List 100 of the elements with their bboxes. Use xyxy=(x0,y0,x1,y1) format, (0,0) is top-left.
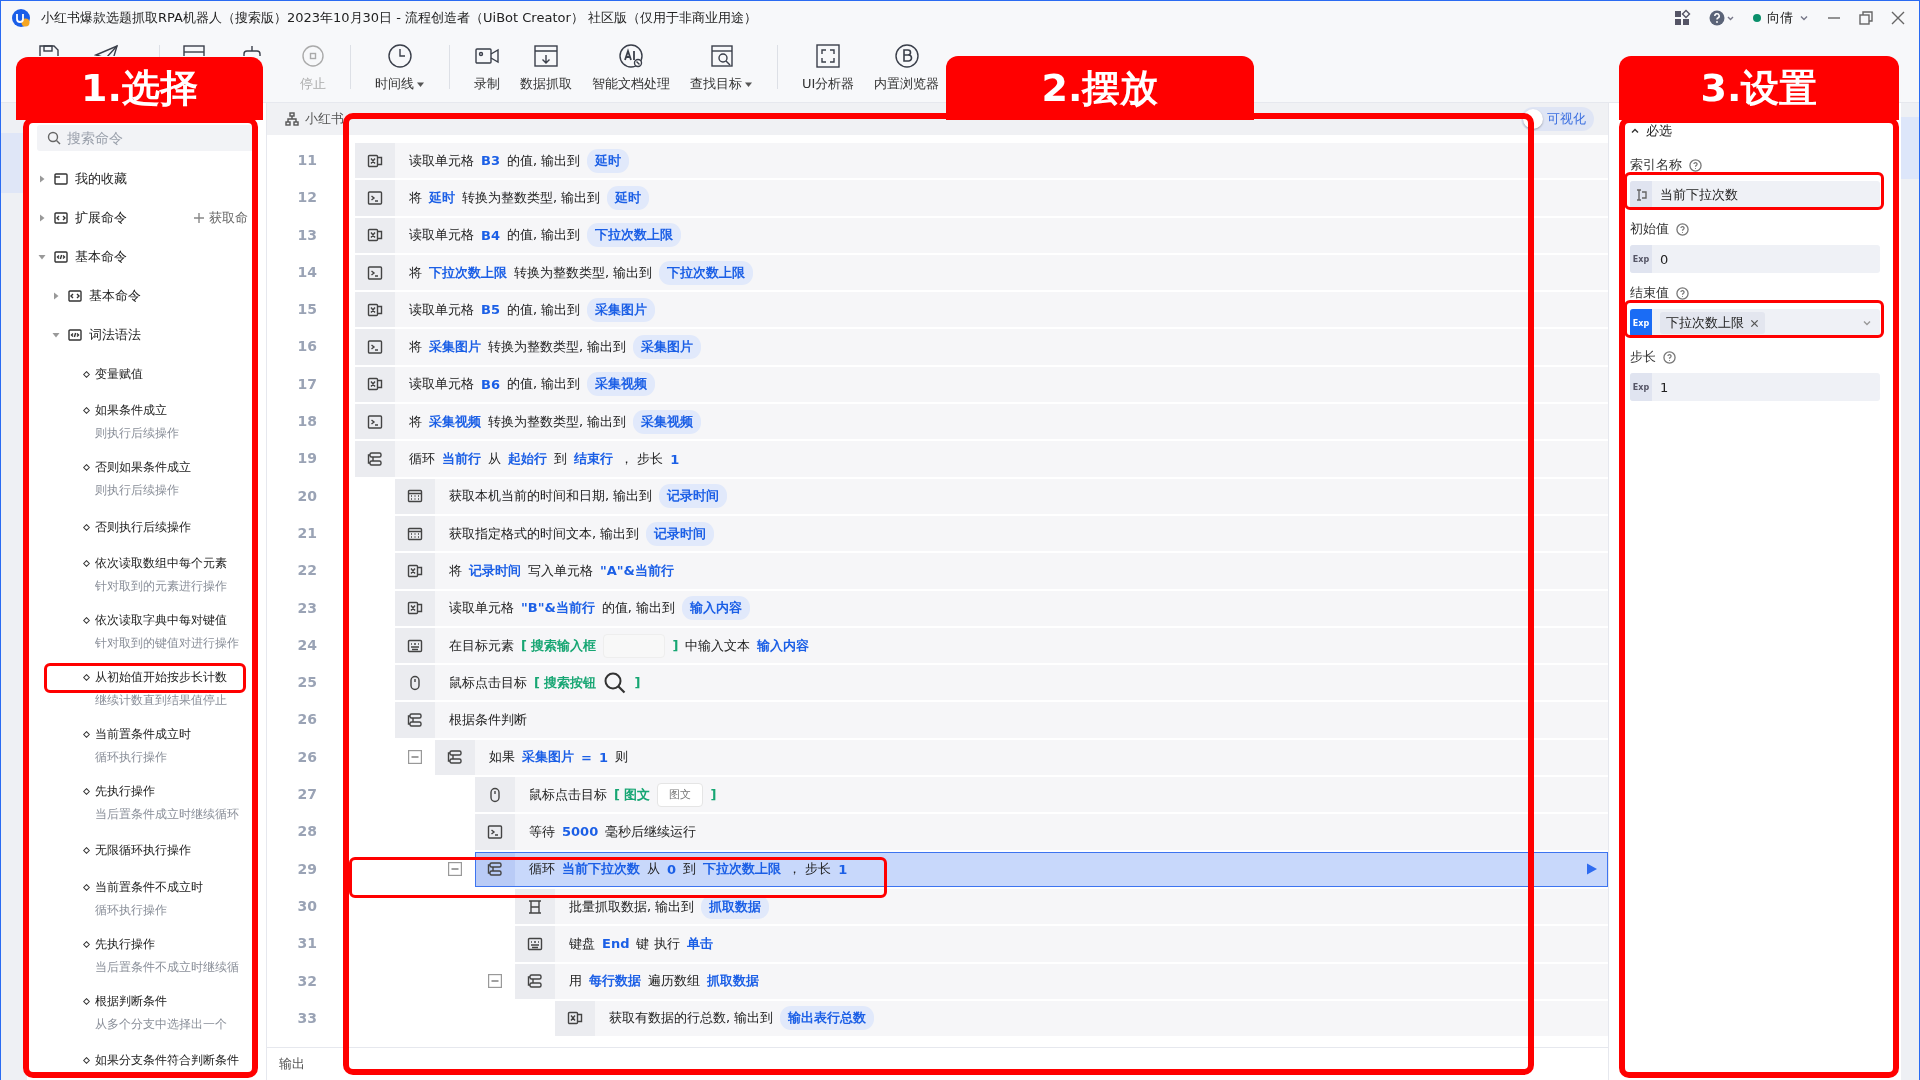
help-icon[interactable] xyxy=(1689,158,1702,172)
statement-row[interactable]: 读取单元格 B4 的值, 输出到 下拉次数上限 xyxy=(355,217,1608,253)
line-number: 13 xyxy=(296,225,318,245)
statement-text: 转换为整数类型, 输出到 xyxy=(488,412,627,431)
run-icon[interactable] xyxy=(1584,862,1598,877)
command-item[interactable]: 依次读取字典中每对键值 针对取到的键值对进行操作 xyxy=(37,603,254,661)
get-commands-button[interactable]: 获取命 xyxy=(187,208,254,229)
corner-frame-icon xyxy=(815,43,842,69)
command-item[interactable]: 当前置条件成立时 循环执行操作 xyxy=(37,717,254,775)
diamond-icon xyxy=(83,787,90,795)
statement-row[interactable]: 获取有数据的行总数, 输出到 输出表行总数 xyxy=(555,1000,1608,1037)
help-menu-button[interactable] xyxy=(1709,9,1735,27)
toolbar-button[interactable]: 智能文档处理 xyxy=(582,43,680,93)
statement-row[interactable]: 鼠标点击目标 [ 搜索按钮 ] xyxy=(395,665,1608,701)
statement-row[interactable]: 根据条件判断 xyxy=(395,702,1608,738)
expression-toggle[interactable]: Exp xyxy=(1630,373,1652,401)
tree-row[interactable]: 我的收藏 xyxy=(37,160,254,199)
tree-row[interactable]: 词法语法 xyxy=(37,315,254,355)
command-item[interactable]: 无限循环执行操作 xyxy=(37,831,254,871)
terminal-icon xyxy=(366,338,384,357)
command-item[interactable]: 先执行操作 当后置条件成立时继续循环 xyxy=(37,774,254,832)
toolbar-button[interactable]: 时间线 xyxy=(365,43,435,93)
command-item[interactable]: 从初始值开始按步长计数 继续计数直到结果值停止 xyxy=(37,660,254,718)
statement-row[interactable]: 等待 5000 毫秒后继续运行 xyxy=(475,814,1608,850)
toolbar-button[interactable]: UI分析器 xyxy=(792,43,865,93)
tree-row[interactable]: 基本命令 xyxy=(37,237,254,277)
statement-row[interactable]: 将 延时 转换为整数类型, 输出到 延时 xyxy=(355,180,1608,216)
line-number: 11 xyxy=(296,151,318,170)
statement-row[interactable]: 读取单元格 "B"&当前行 的值, 输出到 输入内容 xyxy=(395,590,1608,626)
value-field[interactable]: Exp 下拉次数上限 xyxy=(1630,309,1880,337)
statement-row[interactable]: 用 每行数据 遍历数组 抓取数据 xyxy=(515,963,1608,999)
statement-row[interactable]: 将 采集图片 转换为整数类型, 输出到 采集图片 xyxy=(355,329,1608,365)
statement-row[interactable]: 批量抓取数据, 输出到 抓取数据 xyxy=(515,888,1608,925)
command-item[interactable]: 否则执行后续操作 xyxy=(37,507,254,547)
output-tab[interactable]: 输出 xyxy=(279,1055,305,1073)
field-label: 步长 xyxy=(1630,348,1656,366)
panel-icon[interactable] xyxy=(181,43,207,56)
statement-text: 则 xyxy=(614,748,628,767)
statement-text: 读取单元格 xyxy=(409,300,474,319)
statement-text: 等待 xyxy=(529,823,555,841)
help-icon[interactable] xyxy=(1663,350,1676,364)
save-icon[interactable] xyxy=(36,43,62,56)
visual-toggle[interactable]: 可视化 xyxy=(1521,107,1594,131)
search-field[interactable]: 搜索命令 xyxy=(37,125,254,151)
command-item[interactable]: 变量赋值 xyxy=(37,354,254,394)
toolbar-button[interactable]: 数据抓取 xyxy=(510,43,582,93)
statement-row[interactable]: 读取单元格 B6 的值, 输出到 采集视频 xyxy=(355,366,1608,403)
value-field[interactable]: 当前下拉次数 xyxy=(1630,181,1880,209)
expression-toggle[interactable]: Exp xyxy=(1630,245,1652,273)
section-toggle[interactable]: 必选 xyxy=(1630,121,1672,141)
dropdown-caret-icon[interactable] xyxy=(1862,318,1872,328)
command-item[interactable]: 依次读取数组中每个元素 针对取到的元素进行操作 xyxy=(37,546,254,604)
command-item[interactable]: 否则如果条件成立 则执行后续操作 xyxy=(37,450,254,508)
collapse-toggle[interactable] xyxy=(408,750,422,765)
tree-row[interactable]: 扩展命令 获取命 xyxy=(37,198,254,238)
restore-icon[interactable] xyxy=(1859,11,1873,25)
value-field[interactable]: Exp 1 xyxy=(1630,373,1880,401)
apps-icon[interactable] xyxy=(1673,9,1691,27)
help-icon[interactable] xyxy=(1676,222,1689,236)
command-item[interactable]: 先执行操作 当后置条件不成立时继续循 xyxy=(37,927,254,985)
tree-row[interactable]: 基本命令 xyxy=(37,276,254,316)
statement-text: 的值, 输出到 xyxy=(506,375,581,394)
statement-row[interactable]: 读取单元格 B3 的值, 输出到 延时 xyxy=(355,143,1608,179)
statement-text: 如果 xyxy=(489,748,515,767)
statement-row[interactable]: 如果 采集图片 = 1 则 xyxy=(435,739,1608,776)
toolbar-button[interactable]: 录制 xyxy=(464,43,510,93)
statement-row[interactable]: 将 下拉次数上限 转换为整数类型, 输出到 下拉次数上限 xyxy=(355,254,1608,291)
statement-row[interactable]: 读取单元格 B5 的值, 输出到 采集图片 xyxy=(355,292,1608,328)
statement-row[interactable]: 循环 当前行 从 起始行 到 结束行 ， 步长 1 xyxy=(355,441,1608,477)
command-item[interactable]: 根据判断条件 从多个分支中选择出一个 xyxy=(37,984,254,1041)
send-icon[interactable] xyxy=(94,43,120,56)
folder-icon xyxy=(53,210,69,227)
statement-row[interactable]: 循环 当前下拉次数 从 0 到 下拉次数上限 ， 步长 1 xyxy=(475,851,1608,887)
toolbar-button[interactable]: 查找目标 xyxy=(680,43,763,93)
statement-row[interactable]: 将 采集视频 转换为整数类型, 输出到 采集视频 xyxy=(355,404,1608,440)
variable-chip: 采集图片 xyxy=(587,297,656,322)
collapse-toggle[interactable] xyxy=(448,862,462,877)
value-field[interactable]: Exp 0 xyxy=(1630,245,1880,273)
help-icon[interactable] xyxy=(1676,286,1689,300)
command-title: 当前置条件成立时 xyxy=(95,725,191,743)
statement-row[interactable]: 获取指定格式的时间文本, 输出到 记录时间 xyxy=(395,515,1608,552)
statement-row[interactable]: 将 记录时间 写入单元格 "A"&当前行 xyxy=(395,553,1608,589)
statement-row[interactable]: 获取本机当前的时间和日期, 输出到 记录时间 xyxy=(395,478,1608,514)
remove-icon[interactable] xyxy=(1750,318,1759,328)
statement-text: 毫秒后继续运行 xyxy=(605,823,697,841)
expression-toggle[interactable]: Exp xyxy=(1630,309,1652,337)
statement-row[interactable]: 键盘 End 键 执行 单击 xyxy=(515,926,1608,962)
statement-row[interactable]: 在目标元素 [ 搜索输入框 ] 中输入文本 输入内容 xyxy=(395,627,1608,664)
plus-icon xyxy=(193,212,205,225)
command-item[interactable]: 如果条件成立 则执行后续操作 xyxy=(37,393,254,451)
diamond-icon xyxy=(83,997,90,1005)
editor-tab[interactable]: 小红书 xyxy=(275,103,354,135)
target-thumbnail: 图文 xyxy=(657,782,704,807)
command-item[interactable]: 当前置条件不成立时 循环执行操作 xyxy=(37,870,254,928)
close-icon[interactable] xyxy=(1891,11,1905,25)
flow-block-icon xyxy=(526,972,544,991)
statement-row[interactable]: 鼠标点击目标 [ 图文 图文 ] xyxy=(475,777,1608,813)
collapse-toggle[interactable] xyxy=(488,974,502,989)
command-item[interactable]: 如果分支条件符合判断条件 xyxy=(37,1041,254,1080)
user-menu-button[interactable]: 向倩 xyxy=(1753,9,1809,27)
